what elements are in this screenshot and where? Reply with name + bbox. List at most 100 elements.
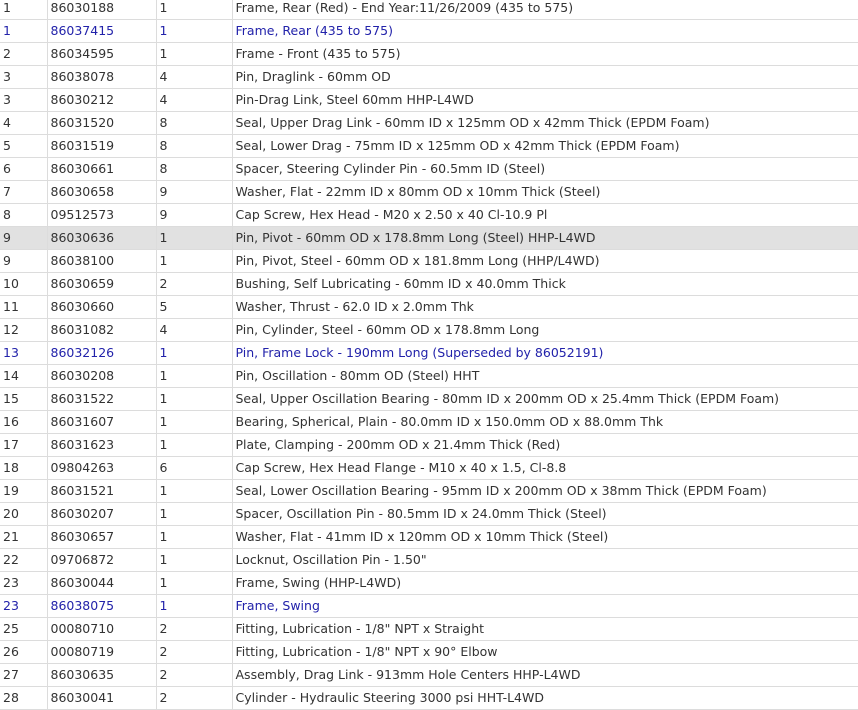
ref-number-cell: 14 [0, 364, 48, 388]
table-row[interactable]: 4 86031520 8 Seal, Upper Drag Link - 60m… [0, 111, 858, 135]
table-row[interactable]: 3 86030212 4 Pin-Drag Link, Steel 60mm H… [0, 88, 858, 112]
ref-number-cell: 23 [0, 594, 48, 618]
part-number-cell: 86030660 [47, 295, 157, 319]
part-number-cell: 86031607 [47, 410, 157, 434]
description-cell: Frame, Rear (Red) - End Year:11/26/2009 … [232, 0, 858, 20]
table-row[interactable]: 23 86030044 1 Frame, Swing (HHP-L4WD) [0, 571, 858, 595]
table-row[interactable]: 18 09804263 6 Cap Screw, Hex Head Flange… [0, 456, 858, 480]
ref-number-cell: 5 [0, 134, 48, 158]
quantity-cell: 1 [156, 410, 233, 434]
table-row[interactable]: 19 86031521 1 Seal, Lower Oscillation Be… [0, 479, 858, 503]
ref-number-cell: 8 [0, 203, 48, 227]
quantity-cell: 9 [156, 203, 233, 227]
ref-number-cell: 9 [0, 226, 48, 250]
table-row[interactable]: 14 86030208 1 Pin, Oscillation - 80mm OD… [0, 364, 858, 388]
table-row[interactable]: 20 86030207 1 Spacer, Oscillation Pin - … [0, 502, 858, 526]
ref-number-cell: 4 [0, 111, 48, 135]
ref-number-cell: 2 [0, 42, 48, 66]
part-number-cell: 86031521 [47, 479, 157, 503]
ref-number-cell: 16 [0, 410, 48, 434]
description-cell: Washer, Thrust - 62.0 ID x 2.0mm Thk [232, 295, 858, 319]
part-number-cell: 86038100 [47, 249, 157, 273]
table-row[interactable]: 1 86030188 1 Frame, Rear (Red) - End Yea… [0, 0, 858, 20]
table-row[interactable]: 6 86030661 8 Spacer, Steering Cylinder P… [0, 157, 858, 181]
table-row[interactable]: 16 86031607 1 Bearing, Spherical, Plain … [0, 410, 858, 434]
quantity-cell: 1 [156, 548, 233, 572]
quantity-cell: 1 [156, 19, 233, 43]
table-row[interactable]: 27 86030635 2 Assembly, Drag Link - 913m… [0, 663, 858, 687]
ref-number-cell: 20 [0, 502, 48, 526]
table-row[interactable]: 11 86030660 5 Washer, Thrust - 62.0 ID x… [0, 295, 858, 319]
part-number-cell: 09706872 [47, 548, 157, 572]
table-row-selected[interactable]: 9 86030636 1 Pin, Pivot - 60mm OD x 178.… [0, 226, 858, 250]
table-row[interactable]: 10 86030659 2 Bushing, Self Lubricating … [0, 272, 858, 296]
table-row[interactable]: 25 00080710 2 Fitting, Lubrication - 1/8… [0, 617, 858, 641]
part-number-cell: 86030041 [47, 686, 157, 710]
ref-number-cell: 15 [0, 387, 48, 411]
table-row-link[interactable]: 23 86038075 1 Frame, Swing [0, 594, 858, 618]
quantity-cell: 1 [156, 387, 233, 411]
ref-number-cell: 3 [0, 88, 48, 112]
parts-table-body: 1 86030188 1 Frame, Rear (Red) - End Yea… [0, 0, 858, 710]
description-cell: Frame, Swing [232, 594, 858, 618]
table-row[interactable]: 8 09512573 9 Cap Screw, Hex Head - M20 x… [0, 203, 858, 227]
quantity-cell: 1 [156, 433, 233, 457]
quantity-cell: 1 [156, 249, 233, 273]
description-cell: Locknut, Oscillation Pin - 1.50" [232, 548, 858, 572]
table-row[interactable]: 2 86034595 1 Frame - Front (435 to 575) [0, 42, 858, 66]
table-row[interactable]: 22 09706872 1 Locknut, Oscillation Pin -… [0, 548, 858, 572]
table-row[interactable]: 28 86030041 2 Cylinder - Hydraulic Steer… [0, 686, 858, 710]
ref-number-cell: 10 [0, 272, 48, 296]
quantity-cell: 4 [156, 318, 233, 342]
ref-number-cell: 26 [0, 640, 48, 664]
part-number-cell: 86038078 [47, 65, 157, 89]
quantity-cell: 2 [156, 640, 233, 664]
table-row[interactable]: 26 00080719 2 Fitting, Lubrication - 1/8… [0, 640, 858, 664]
quantity-cell: 2 [156, 617, 233, 641]
quantity-cell: 2 [156, 663, 233, 687]
table-row-link[interactable]: 13 86032126 1 Pin, Frame Lock - 190mm Lo… [0, 341, 858, 365]
quantity-cell: 1 [156, 0, 233, 20]
part-number-cell: 86030207 [47, 502, 157, 526]
table-row[interactable]: 3 86038078 4 Pin, Draglink - 60mm OD [0, 65, 858, 89]
quantity-cell: 8 [156, 111, 233, 135]
quantity-cell: 1 [156, 341, 233, 365]
ref-number-cell: 28 [0, 686, 48, 710]
quantity-cell: 6 [156, 456, 233, 480]
ref-number-cell: 25 [0, 617, 48, 641]
quantity-cell: 4 [156, 65, 233, 89]
description-cell: Pin, Draglink - 60mm OD [232, 65, 858, 89]
ref-number-cell: 27 [0, 663, 48, 687]
table-row[interactable]: 7 86030658 9 Washer, Flat - 22mm ID x 80… [0, 180, 858, 204]
table-row-link[interactable]: 1 86037415 1 Frame, Rear (435 to 575) [0, 19, 858, 43]
description-cell: Fitting, Lubrication - 1/8" NPT x Straig… [232, 617, 858, 641]
description-cell: Pin, Cylinder, Steel - 60mm OD x 178.8mm… [232, 318, 858, 342]
table-row[interactable]: 5 86031519 8 Seal, Lower Drag - 75mm ID … [0, 134, 858, 158]
quantity-cell: 2 [156, 272, 233, 296]
description-cell: Seal, Lower Drag - 75mm ID x 125mm OD x … [232, 134, 858, 158]
quantity-cell: 1 [156, 525, 233, 549]
part-number-cell: 00080719 [47, 640, 157, 664]
ref-number-cell: 11 [0, 295, 48, 319]
part-number-cell: 09512573 [47, 203, 157, 227]
quantity-cell: 1 [156, 502, 233, 526]
ref-number-cell: 21 [0, 525, 48, 549]
description-cell: Pin-Drag Link, Steel 60mm HHP-L4WD [232, 88, 858, 112]
part-number-cell: 86030188 [47, 0, 157, 20]
quantity-cell: 1 [156, 479, 233, 503]
table-row[interactable]: 15 86031522 1 Seal, Upper Oscillation Be… [0, 387, 858, 411]
description-cell: Bushing, Self Lubricating - 60mm ID x 40… [232, 272, 858, 296]
table-row[interactable]: 17 86031623 1 Plate, Clamping - 200mm OD… [0, 433, 858, 457]
ref-number-cell: 7 [0, 180, 48, 204]
table-row[interactable]: 21 86030657 1 Washer, Flat - 41mm ID x 1… [0, 525, 858, 549]
quantity-cell: 1 [156, 42, 233, 66]
parts-table: 1 86030188 1 Frame, Rear (Red) - End Yea… [0, 0, 858, 710]
table-row[interactable]: 9 86038100 1 Pin, Pivot, Steel - 60mm OD… [0, 249, 858, 273]
ref-number-cell: 3 [0, 65, 48, 89]
description-cell: Assembly, Drag Link - 913mm Hole Centers… [232, 663, 858, 687]
part-number-cell: 86031623 [47, 433, 157, 457]
table-row[interactable]: 12 86031082 4 Pin, Cylinder, Steel - 60m… [0, 318, 858, 342]
part-number-cell: 86030659 [47, 272, 157, 296]
ref-number-cell: 17 [0, 433, 48, 457]
quantity-cell: 4 [156, 88, 233, 112]
